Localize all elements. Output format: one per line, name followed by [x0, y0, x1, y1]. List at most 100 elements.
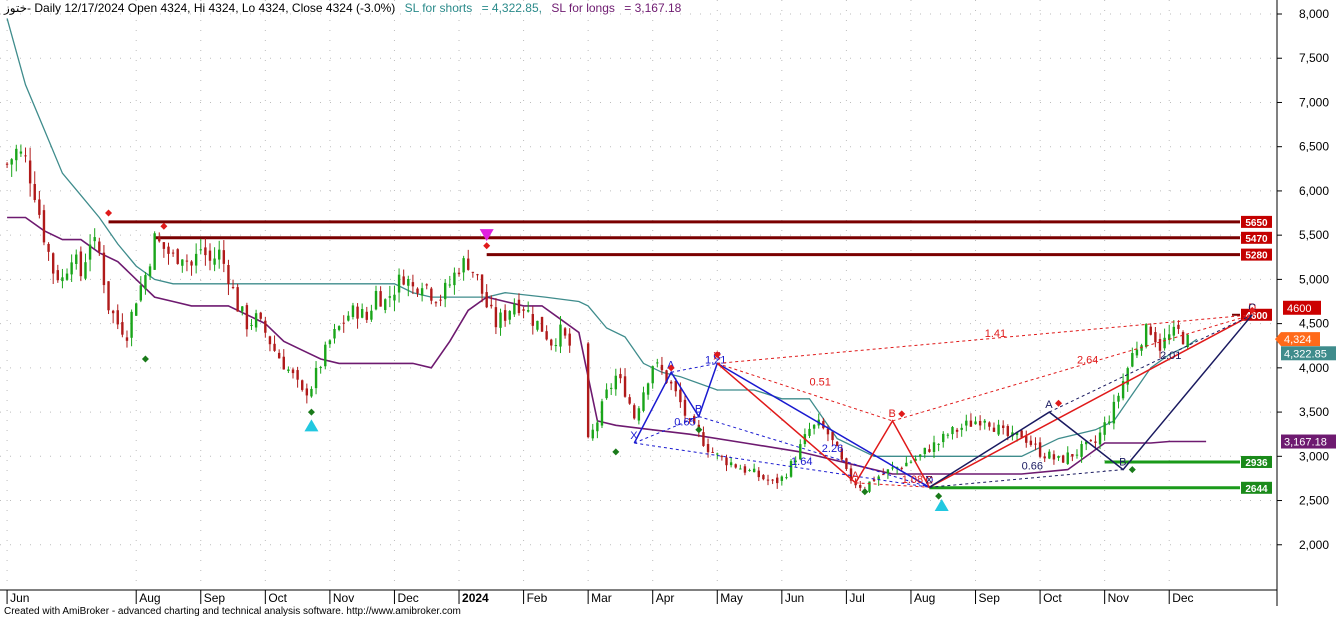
candle-body	[900, 467, 903, 469]
footer-credit: Created with AmiBroker - advanced charti…	[4, 606, 461, 617]
candle-body	[181, 259, 184, 266]
candle-body	[522, 309, 525, 311]
candle-body	[619, 374, 622, 379]
candle-body	[951, 427, 954, 435]
candle-body	[47, 243, 50, 252]
candle-body	[158, 237, 161, 242]
x-tick-label: Nov	[333, 591, 354, 605]
candle-body	[1094, 441, 1097, 443]
candle-body	[204, 247, 207, 256]
candle-body	[38, 199, 41, 215]
candle-body	[997, 424, 1000, 435]
level-label: 2644	[1245, 484, 1268, 495]
candle-body	[955, 429, 959, 432]
candle-body	[241, 306, 244, 312]
candle-body	[434, 302, 438, 304]
candle-body	[1098, 432, 1102, 445]
candle-body	[633, 405, 636, 419]
candle-body	[10, 159, 13, 165]
candle-body	[942, 433, 945, 443]
x-tick-label: Jun	[785, 591, 804, 605]
candle-body	[545, 331, 548, 340]
candle-body	[1135, 349, 1139, 356]
candle-body	[111, 310, 115, 314]
candle-body	[720, 456, 724, 458]
candle-body	[610, 387, 613, 389]
candle-body	[683, 399, 687, 416]
harmonic-dark-ratio-label: 2.01	[1160, 350, 1181, 362]
header-symbol: ختوز	[4, 1, 28, 15]
candle-body	[946, 434, 950, 436]
candle-body	[983, 420, 986, 423]
chart-window: 565054705280460029362644 XABCD0.651.211.…	[0, 0, 1336, 619]
candle-body	[1186, 334, 1189, 348]
candle-body	[185, 260, 189, 262]
candle-body	[296, 370, 299, 380]
candle-body	[780, 476, 784, 481]
candle-body	[656, 362, 659, 364]
candle-body	[646, 383, 650, 395]
candle-body	[75, 254, 78, 264]
harmonic-red-ratio-label: 0.51	[810, 377, 831, 389]
candle-body	[771, 479, 774, 481]
candle-body	[324, 344, 327, 367]
harmonic-red-ratio-label: 1.41	[985, 328, 1006, 340]
harmonic-dark-ratio-label: 0.66	[1022, 461, 1043, 473]
x-tick-label: Jun	[10, 591, 29, 605]
candle-body	[762, 475, 765, 480]
candle-body	[305, 388, 309, 396]
candle-body	[702, 432, 705, 446]
candle-body	[28, 160, 32, 184]
harmonic-blue-point-label: X	[630, 430, 638, 442]
candle-body	[674, 381, 677, 392]
harmonic-red-point-label: B	[889, 408, 896, 420]
candle-body	[1172, 326, 1176, 336]
candle-body	[273, 343, 276, 351]
harmonic-dark-point-label: X	[925, 474, 933, 486]
candle-body	[637, 408, 641, 421]
candle-body	[988, 422, 991, 427]
candle-body	[250, 324, 253, 327]
candle-body	[660, 364, 664, 371]
y-tick-label: 4,500	[1299, 317, 1329, 331]
candle-body	[88, 244, 92, 260]
candle-body	[190, 261, 193, 266]
candle-body	[439, 299, 442, 301]
x-tick-label: Sep	[979, 591, 1001, 605]
candle-body	[1163, 337, 1166, 349]
chart-header: ختوز- Daily 12/17/2024 Open 4324, Hi 432…	[4, 1, 681, 15]
candle-body	[222, 250, 226, 264]
candle-body	[314, 367, 318, 389]
x-tick-label: Sep	[204, 591, 226, 605]
candle-body	[282, 356, 285, 370]
candle-body	[909, 461, 913, 463]
candle-body	[365, 311, 368, 320]
candle-body	[1154, 332, 1157, 343]
candle-body	[872, 479, 876, 481]
y-tick-label: 6,500	[1299, 140, 1329, 154]
candle-body	[1071, 454, 1074, 457]
candle-body	[513, 303, 516, 315]
candle-body	[453, 272, 456, 286]
level-label: 5470	[1245, 234, 1268, 245]
candle-body	[291, 369, 295, 374]
candle-body	[859, 485, 862, 488]
candle-body	[61, 277, 64, 282]
candle-body	[199, 249, 202, 251]
candle-body	[171, 252, 175, 254]
candle-body	[1112, 401, 1116, 424]
candle-body	[891, 467, 894, 469]
candle-body	[411, 282, 415, 287]
candle-body	[102, 252, 106, 286]
candle-body	[462, 258, 465, 273]
candle-body	[480, 274, 484, 294]
candle-body	[360, 309, 364, 318]
candle-body	[503, 310, 507, 321]
candle-body	[831, 431, 834, 441]
candle-body	[135, 303, 138, 316]
candle-body	[1181, 331, 1185, 345]
y-tick-label: 6,000	[1299, 184, 1329, 198]
candle-body	[785, 477, 788, 479]
candle-body	[1057, 455, 1060, 458]
candle-body	[208, 250, 212, 261]
